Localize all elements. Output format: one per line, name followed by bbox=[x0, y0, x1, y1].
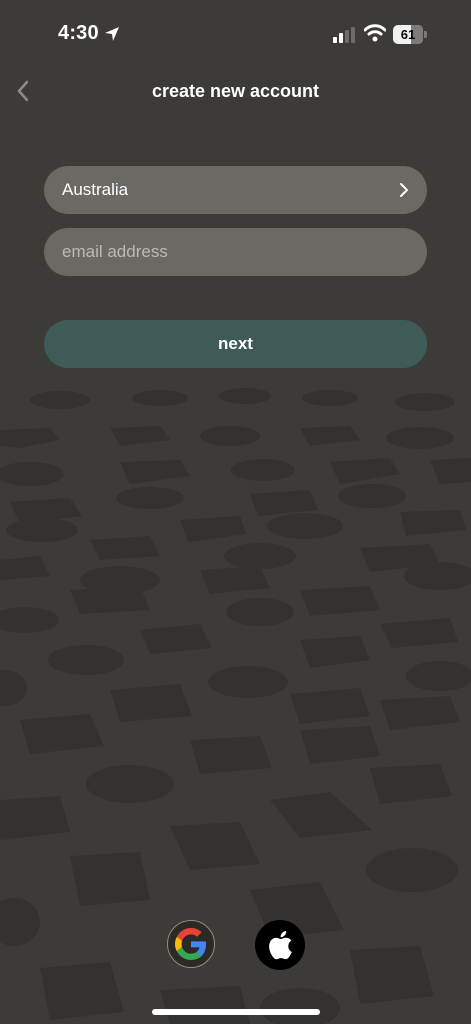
home-indicator bbox=[152, 1009, 320, 1015]
country-value: Australia bbox=[62, 180, 129, 199]
page-title: create new account bbox=[151, 81, 320, 101]
apple-icon bbox=[269, 930, 292, 960]
chevron-right-icon bbox=[400, 183, 408, 197]
background-pattern bbox=[0, 388, 471, 1024]
google-icon bbox=[175, 928, 206, 960]
battery-level: 61 bbox=[400, 27, 416, 42]
battery-icon: 61 bbox=[393, 25, 427, 44]
next-button[interactable]: next bbox=[44, 320, 427, 368]
wifi-icon bbox=[364, 24, 386, 42]
status-time: 4:30 bbox=[58, 22, 99, 44]
country-select[interactable]: Australia bbox=[44, 166, 427, 214]
apple-sign-in-button[interactable] bbox=[255, 920, 305, 970]
status-bar: 4:30 61 bbox=[0, 0, 471, 70]
email-input[interactable] bbox=[62, 242, 409, 262]
google-sign-in-button[interactable] bbox=[167, 920, 215, 968]
signal-icon bbox=[333, 27, 355, 43]
email-field[interactable] bbox=[44, 228, 427, 276]
location-arrow-icon bbox=[105, 27, 119, 41]
